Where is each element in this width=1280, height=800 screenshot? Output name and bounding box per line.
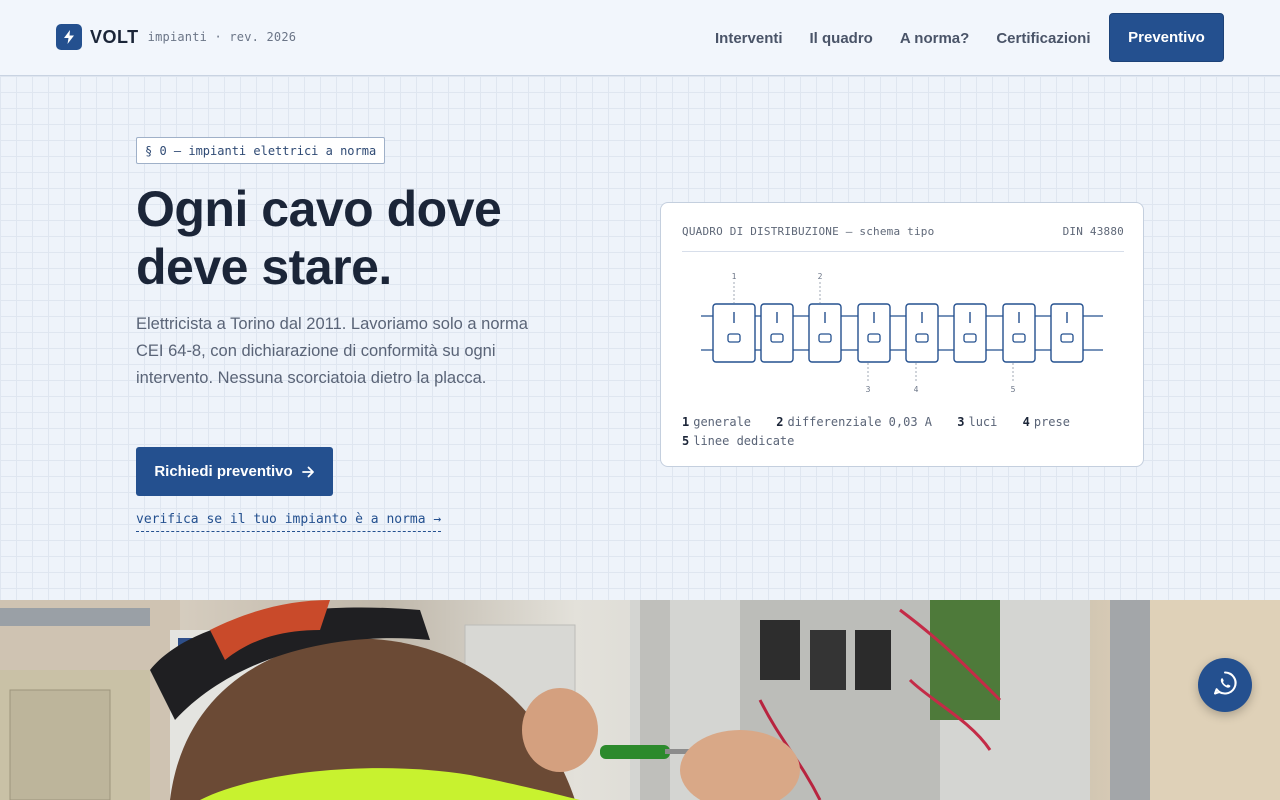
breaker-module xyxy=(712,303,756,363)
request-quote-label: Richiedi preventivo xyxy=(154,463,293,480)
brand-tagline: impianti · rev. 2026 xyxy=(147,30,297,44)
nav-item-a-norma[interactable]: A norma? xyxy=(900,30,969,47)
nav-item-interventi[interactable]: Interventi xyxy=(715,30,783,47)
hero-photo xyxy=(0,600,1280,800)
brand-name: VOLT xyxy=(90,26,139,47)
divider xyxy=(682,251,1124,252)
check-compliance-link[interactable]: verifica se il tuo impianto è a norma → xyxy=(136,512,442,532)
breaker-module xyxy=(905,303,939,363)
panel-legend: 1 generale 2 differenziale 0,03 A 3 luci 4p… xyxy=(682,413,1124,451)
callout-label: 3 xyxy=(866,385,871,394)
electrician-photo-illustration xyxy=(0,600,1280,800)
request-quote-button[interactable]: Richiedi preventivo xyxy=(136,447,333,496)
hero-lead: Elettricista a Torino dal 2011. Lavoriam… xyxy=(136,315,528,387)
breaker-module xyxy=(1002,303,1036,363)
hero-title: Ogni cavo dove deve stare. xyxy=(136,181,502,295)
callout-label: 1 xyxy=(732,272,737,281)
legend-item: 2 differenziale 0,03 A xyxy=(776,415,932,429)
site-header: VOLT impianti · rev. 2026 Interventi Il … xyxy=(0,0,1280,76)
panel-diagram-code: DIN 43880 xyxy=(1062,225,1124,238)
legend-item: 5 linee dedicate xyxy=(682,434,795,448)
panel-diagram-title: QUADRO DI DISTRIBUZIONE — schema tipo xyxy=(682,225,935,238)
whatsapp-icon xyxy=(1212,670,1238,701)
header-quote-button[interactable]: Preventivo xyxy=(1109,13,1224,62)
main-nav: Interventi Il quadro A norma? Certificaz… xyxy=(715,30,1118,47)
legend-item: 1 generale xyxy=(682,415,752,429)
arrow-right-icon xyxy=(301,466,315,478)
legend-item: 4 prese xyxy=(1022,415,1070,429)
panel-schematic: 1 2 3 4 5 xyxy=(701,272,1103,394)
breaker-module xyxy=(857,303,891,363)
callout-label: 4 xyxy=(914,385,919,394)
breaker-module xyxy=(760,303,794,363)
bolt-icon xyxy=(56,24,82,50)
nav-item-il-quadro[interactable]: Il quadro xyxy=(810,30,873,47)
breaker-module xyxy=(808,303,842,363)
section-tag: § 0 — impianti elettrici a norma xyxy=(136,137,386,164)
brand-logo[interactable]: VOLT impianti · rev. 2026 xyxy=(56,24,296,50)
nav-item-certificazioni[interactable]: Certificazioni xyxy=(996,30,1090,47)
breaker-module xyxy=(953,303,987,363)
hero-section: § 0 — impianti elettrici a norma Ogni ca… xyxy=(0,76,1280,600)
breaker-module xyxy=(1050,303,1084,363)
callout-label: 5 xyxy=(1011,385,1016,394)
legend-item: 3 luci xyxy=(957,415,998,429)
whatsapp-chat-button[interactable] xyxy=(1198,658,1252,712)
panel-diagram-header: QUADRO DI DISTRIBUZIONE — schema tipo DI… xyxy=(682,225,1124,238)
callout-label: 2 xyxy=(818,272,823,281)
panel-diagram-card: QUADRO DI DISTRIBUZIONE — schema tipo DI… xyxy=(660,202,1144,467)
